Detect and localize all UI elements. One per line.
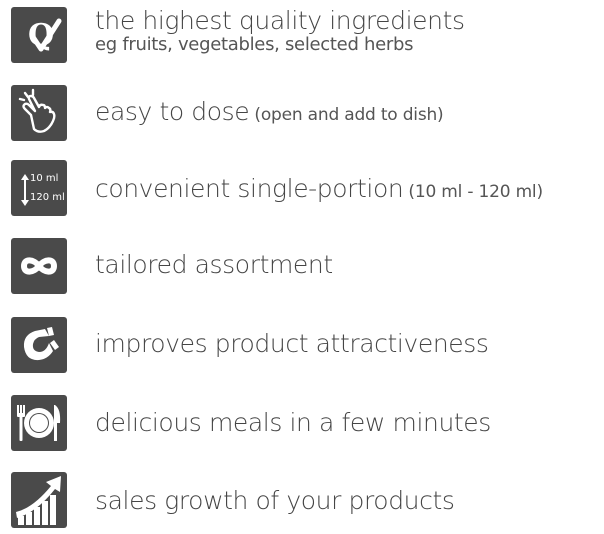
feature-text: delicious meals in a few minutes: [95, 408, 491, 437]
volume-top-label: 10 ml: [30, 173, 59, 184]
feature-subtext: eg fruits, vegetables, selected herbs: [95, 34, 414, 55]
infinity-icon: [11, 238, 67, 294]
feature-note: (10 ml - 120 ml): [408, 182, 543, 202]
feature-text: convenient single-portion: [95, 174, 404, 203]
hand-tap-icon: [11, 85, 67, 141]
feature-quality: Q the highest quality ingredients eg fru…: [0, 7, 604, 67]
feature-text-block: improves product attractiveness: [95, 329, 489, 358]
feature-text: easy to dose: [95, 97, 250, 126]
growth-chart-icon: [11, 472, 67, 528]
feature-single-portion: 10 ml 120 ml convenient single-portion (…: [0, 160, 604, 220]
feature-meals: delicious meals in a few minutes: [0, 395, 604, 455]
feature-easy-dose: easy to dose (open and add to dish): [0, 85, 604, 145]
feature-text-block: tailored assortment: [95, 250, 333, 279]
volume-range-icon: 10 ml 120 ml: [11, 160, 67, 216]
feature-assortment: tailored assortment: [0, 238, 604, 298]
feature-text: tailored assortment: [95, 250, 333, 279]
feature-text: sales growth of your products: [95, 486, 455, 515]
volume-bottom-label: 120 ml: [30, 192, 65, 203]
feature-attractiveness: improves product attractiveness: [0, 317, 604, 377]
quality-q-icon: Q: [11, 7, 67, 63]
plate-cutlery-icon: [11, 395, 67, 451]
feature-text-block: sales growth of your products: [95, 486, 455, 515]
feature-note: (open and add to dish): [254, 105, 444, 125]
feature-text-block: convenient single-portion (10 ml - 120 m…: [95, 174, 543, 203]
feature-text: the highest quality ingredients: [95, 6, 465, 35]
feature-text-block: the highest quality ingredients eg fruit…: [95, 7, 465, 55]
feature-sales-growth: sales growth of your products: [0, 472, 604, 532]
feature-text-block: easy to dose (open and add to dish): [95, 97, 444, 126]
feature-text: improves product attractiveness: [95, 329, 489, 358]
feature-text-block: delicious meals in a few minutes: [95, 408, 491, 437]
magnet-icon: [11, 317, 67, 373]
